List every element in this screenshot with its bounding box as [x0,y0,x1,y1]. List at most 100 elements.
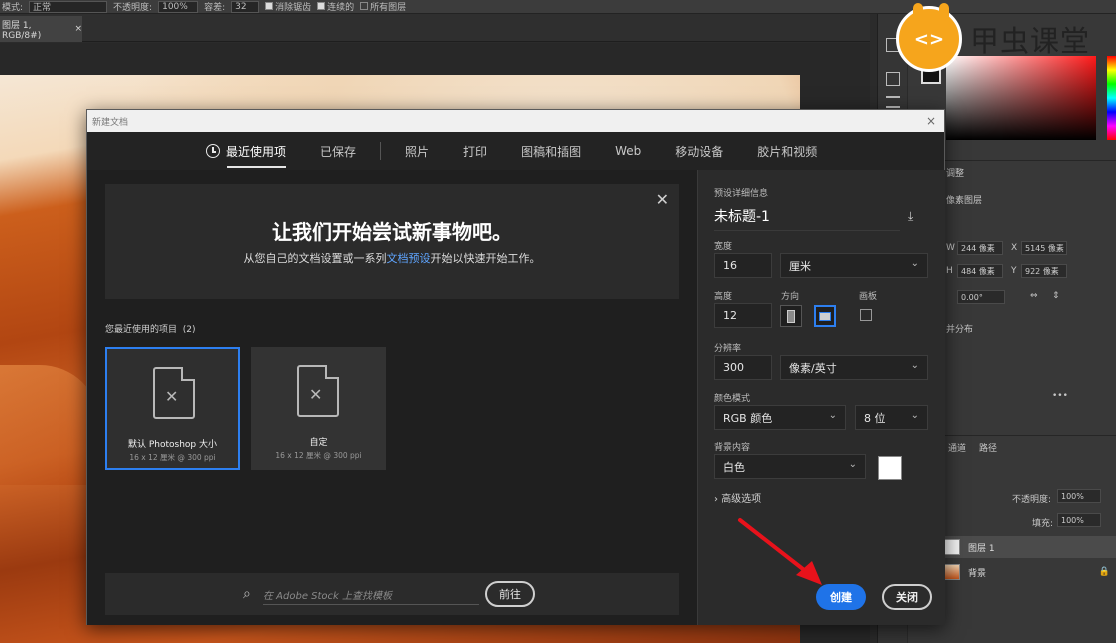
recent-item-card[interactable]: ✕ 默认 Photoshop 大小 16 x 12 厘米 @ 300 ppi [105,347,240,470]
welcome-close-icon[interactable]: ✕ [656,190,669,209]
width-unit-select[interactable]: 厘米 ⌄ [780,253,928,278]
document-icon: ✕ [153,367,195,419]
preset-details-label: 预设详细信息 [714,189,769,199]
checkbox-checked-icon [265,2,274,10]
background-color-swatch[interactable] [878,456,902,480]
width-label: 宽度 [714,242,733,252]
stock-search-bar: ⌕ 在 Adobe Stock 上查找模板 前往 [105,573,679,615]
height-label: 高度 [714,292,733,302]
layer-opacity-label: 不透明度: [1012,495,1052,505]
portrait-orientation-button[interactable] [780,305,802,327]
recent-item-card[interactable]: ✕ 自定 16 x 12 厘米 @ 300 ppi [251,347,386,470]
logo-mascot: <> [896,3,962,72]
dialog-close-icon[interactable]: × [926,114,936,128]
mode-label: 模式: [2,3,24,13]
tab-photo[interactable]: 照片 [405,132,429,170]
checkbox-checked-icon [317,2,326,10]
properties-icon[interactable] [886,96,900,108]
clock-icon [206,144,220,158]
tab-saved[interactable]: 已保存 [320,132,356,170]
w-field[interactable]: 244 像素 [957,241,1003,255]
dialog-title: 新建文档 [92,117,129,128]
close-button[interactable]: 关闭 [882,584,932,610]
y-field[interactable]: 922 像素 [1021,264,1067,278]
tab-mobile[interactable]: 移动设备 [675,132,723,170]
document-icon: ✕ [297,365,339,417]
h-label: H [946,266,953,276]
width-input[interactable]: 16 [714,253,772,278]
preset-name-field[interactable]: 未标题-1 [714,206,770,226]
lock-icon: 🔒 [1098,567,1110,577]
recent-item-size: 16 x 12 厘米 @ 300 ppi [129,453,216,462]
chevron-down-icon: ⌄ [828,410,837,421]
bit-depth-select[interactable]: 8 位 ⌄ [855,405,928,430]
recent-heading: 您最近使用的项目 (2) [105,325,196,335]
h-field[interactable]: 484 像素 [957,264,1003,278]
background-contents-label: 背景内容 [714,443,751,453]
chevron-down-icon: ⌄ [910,258,919,269]
tab-recent[interactable]: 最近使用项 [206,132,287,170]
color-mode-label: 颜色模式 [714,394,751,404]
color-mode-select[interactable]: RGB 颜色 ⌄ [714,405,846,430]
pencil-ruler-icon: ✕ [165,387,179,406]
antialias-checkbox[interactable]: 消除锯齿 [265,0,311,13]
tab-art-illustration[interactable]: 图稿和插图 [521,132,581,170]
paths-tab[interactable]: 路径 [979,441,997,454]
chevron-right-icon: › [714,494,718,505]
checkbox-unchecked-icon [360,2,369,10]
flip-horizontal-icon[interactable]: ⇔ [1030,291,1038,301]
stock-go-button[interactable]: 前往 [485,581,535,607]
x-label: X [1011,243,1018,253]
chevron-down-icon: ⌄ [848,459,857,470]
resolution-unit-select[interactable]: 像素/英寸 ⌄ [780,355,928,380]
document-presets-link[interactable]: 文档预设 [387,252,431,265]
background-contents-select[interactable]: 白色 ⌄ [714,454,866,479]
w-label: W [946,243,955,253]
more-options-icon[interactable]: ••• [1052,391,1068,401]
channels-tab[interactable]: 通道 [948,441,966,454]
landscape-icon [819,311,831,321]
preset-name-underline [714,230,900,231]
search-icon: ⌕ [243,586,251,602]
distribute-label: 并分布 [946,325,974,335]
layer-opacity-field[interactable]: 100% [1057,489,1101,503]
artboard-checkbox[interactable] [860,309,872,321]
tolerance-field[interactable]: 32 [231,0,260,13]
opacity-field[interactable]: 100% [158,0,199,13]
tab-divider [380,142,382,160]
resolution-input[interactable]: 300 [714,355,772,380]
pixel-layer-label: 像素图层 [946,196,983,206]
adjust-tab[interactable]: 调整 [946,166,964,179]
height-input[interactable]: 12 [714,303,772,328]
tab-print[interactable]: 打印 [463,132,487,170]
welcome-subtext: 从您自己的文档设置或一系列文档预设开始以快速开始工作。 [243,252,541,265]
logo: <> 甲虫课堂 [896,2,1116,76]
save-preset-icon[interactable]: ⤓ [908,209,924,223]
chevron-down-icon: ⌄ [910,360,919,371]
recent-item-name: 默认 Photoshop 大小 [127,440,217,450]
advanced-options-toggle[interactable]: › 高级选项 [714,490,761,505]
layer-row[interactable]: 图层 1 [944,536,1116,558]
landscape-orientation-button[interactable] [814,305,836,327]
tab-film-video[interactable]: 胶片和视频 [757,132,817,170]
dialog-left-pane: ✕ 让我们开始尝试新事物吧。 从您自己的文档设置或一系列文档预设开始以快速开始工… [87,170,697,625]
mode-select[interactable]: 正常 [29,0,108,13]
layer-thumbnail [944,539,960,555]
all-layers-checkbox[interactable]: 所有图层 [360,0,406,13]
welcome-heading: 让我们开始尝试新事物吧。 [272,220,512,244]
stock-search-input[interactable]: 在 Adobe Stock 上查找模板 [263,587,479,605]
fill-field[interactable]: 100% [1057,513,1101,527]
logo-eyes: <> [913,28,945,50]
recent-item-size: 16 x 12 厘米 @ 300 ppi [275,451,362,460]
flip-vertical-icon[interactable]: ⇕ [1052,291,1060,301]
tab-web[interactable]: Web [615,132,641,170]
document-tab[interactable]: 图层 1, RGB/8#) × [0,16,82,42]
document-tab-close-icon[interactable]: × [74,24,82,34]
layer-row[interactable]: 背景 🔒 [944,561,1116,583]
logo-horn [939,3,949,21]
recent-count: (2) [182,325,196,335]
x-field[interactable]: 5145 像素 [1021,241,1067,255]
resolution-label: 分辨率 [714,344,742,354]
contiguous-checkbox[interactable]: 连续的 [317,0,354,13]
angle-field[interactable]: 0.00° [957,290,1005,304]
